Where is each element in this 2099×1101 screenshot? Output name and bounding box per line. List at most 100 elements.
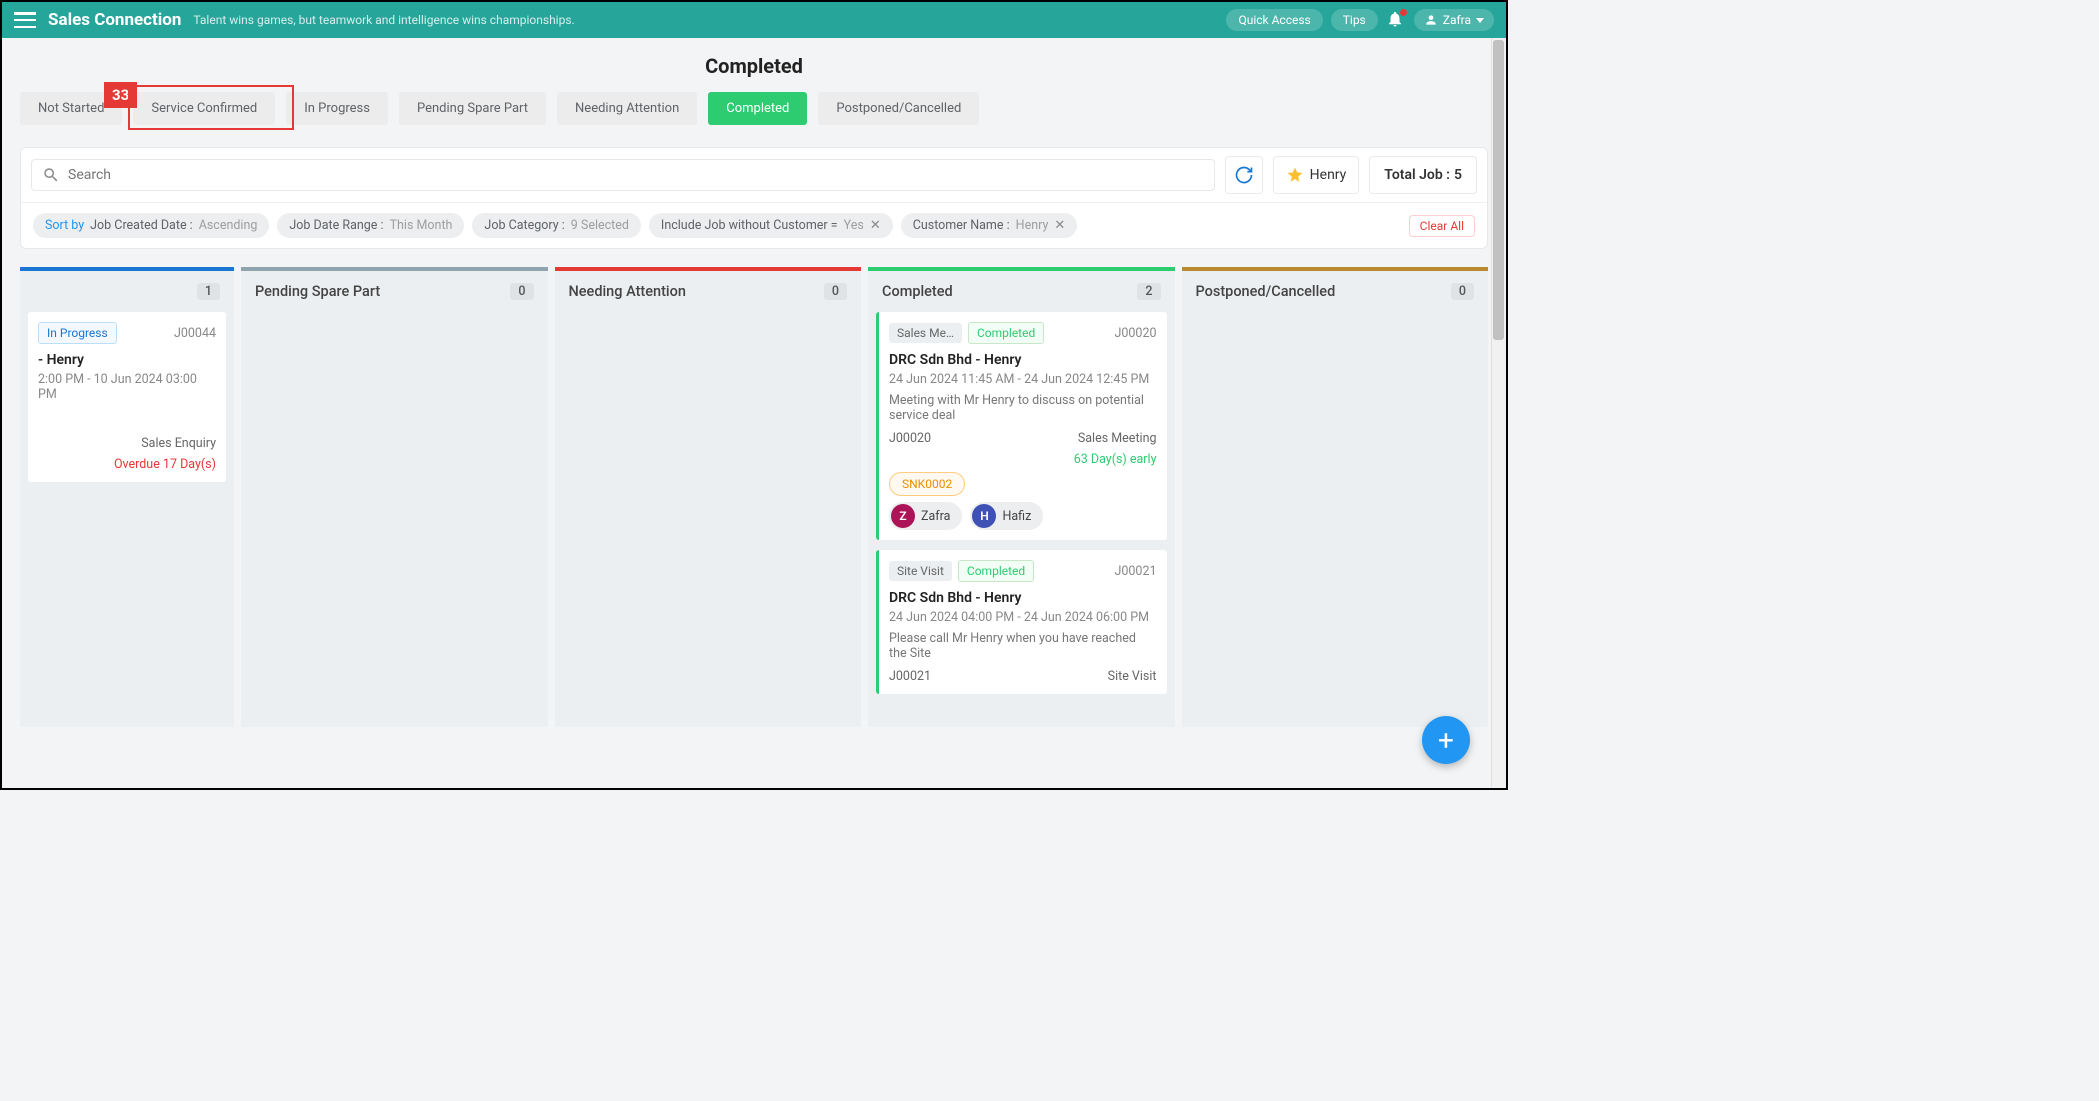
favorite-label: Henry xyxy=(1310,167,1347,183)
column-title: Pending Spare Part xyxy=(255,283,380,300)
chevron-down-icon xyxy=(1476,18,1484,23)
overdue-label: Overdue 17 Day(s) xyxy=(38,457,216,472)
job-category: Sales Enquiry xyxy=(141,436,216,451)
add-job-fab[interactable]: + xyxy=(1422,716,1470,764)
clear-all-button[interactable]: Clear All xyxy=(1409,215,1475,237)
job-description: Please call Mr Henry when you have reach… xyxy=(889,631,1157,661)
job-id: J00020 xyxy=(1114,326,1156,341)
tab-postponed-cancelled[interactable]: Postponed/Cancelled xyxy=(818,92,979,125)
job-time: 24 Jun 2024 04:00 PM - 24 Jun 2024 06:00… xyxy=(889,610,1157,625)
column-postponed-cancelled: Postponed/Cancelled 0 xyxy=(1182,267,1489,727)
user-icon xyxy=(1424,13,1438,27)
tab-completed[interactable]: Completed xyxy=(708,92,807,125)
job-time: 24 Jun 2024 11:45 AM - 24 Jun 2024 12:45… xyxy=(889,372,1157,387)
job-category: Site Visit xyxy=(1108,669,1157,684)
job-card[interactable]: Sales Me… Completed J00020 DRC Sdn Bhd -… xyxy=(876,312,1167,540)
reference-badge: SNK0002 xyxy=(889,472,965,496)
user-menu[interactable]: Zafra xyxy=(1414,9,1494,31)
column-count: 1 xyxy=(197,283,220,300)
column-count: 0 xyxy=(824,283,847,300)
job-card[interactable]: Site Visit Completed J00021 DRC Sdn Bhd … xyxy=(876,550,1167,694)
filter-panel: Henry Total Job : 5 Sort by Job Created … xyxy=(20,147,1488,249)
star-icon xyxy=(1286,166,1304,184)
chip-customer-value: Henry xyxy=(1016,218,1049,233)
chip-sort-field: Job Created Date : xyxy=(90,218,193,233)
total-jobs-badge: Total Job : 5 xyxy=(1369,156,1477,194)
job-description: Meeting with Mr Henry to discuss on pote… xyxy=(889,393,1157,423)
tab-in-progress[interactable]: In Progress xyxy=(286,92,388,125)
chip-include-field: Include Job without Customer = xyxy=(661,218,838,233)
column-count: 2 xyxy=(1137,283,1160,300)
early-label: 63 Day(s) early xyxy=(889,452,1157,467)
total-jobs-label: Total Job : xyxy=(1384,167,1450,183)
chip-include-value: Yes xyxy=(844,218,864,233)
column-title: Completed xyxy=(882,283,953,300)
tab-needing-attention[interactable]: Needing Attention xyxy=(557,92,697,125)
search-input[interactable] xyxy=(68,167,1204,183)
chip-sort[interactable]: Sort by Job Created Date : Ascending xyxy=(33,213,269,238)
chip-include-clear-icon[interactable]: ✕ xyxy=(870,218,881,233)
tips-button[interactable]: Tips xyxy=(1331,9,1378,31)
chip-customer[interactable]: Customer Name : Henry ✕ xyxy=(901,213,1078,238)
job-time: 2:00 PM - 10 Jun 2024 03:00 PM xyxy=(38,372,216,402)
page-title: Completed xyxy=(20,38,1488,92)
column-needing-attention: Needing Attention 0 xyxy=(555,267,862,727)
callout-badge: 33 xyxy=(104,82,137,108)
chip-sort-prefix: Sort by xyxy=(45,218,84,233)
tab-service-confirmed[interactable]: Service Confirmed xyxy=(133,92,275,125)
status-badge: In Progress xyxy=(38,322,117,344)
kanban-board: 1 In Progress J00044 - Henry 2:00 PM - 1… xyxy=(20,267,1488,727)
brand-title: Sales Connection xyxy=(48,10,181,30)
category-badge: Sales Me… xyxy=(889,323,962,343)
job-category: Sales Meeting xyxy=(1078,431,1157,446)
column-title: Postponed/Cancelled xyxy=(1196,283,1336,300)
hamburger-icon[interactable] xyxy=(14,12,36,28)
job-card[interactable]: In Progress J00044 - Henry 2:00 PM - 10 … xyxy=(28,312,226,482)
job-foot-id: J00020 xyxy=(889,431,931,446)
tab-pending-spare-part[interactable]: Pending Spare Part xyxy=(399,92,546,125)
chip-date-range[interactable]: Job Date Range : This Month xyxy=(277,213,464,238)
job-id: J00021 xyxy=(1114,564,1156,579)
job-foot-id: J00021 xyxy=(889,669,931,684)
avatar-icon: Z xyxy=(891,504,915,528)
favorite-filter-button[interactable]: Henry xyxy=(1273,156,1360,194)
notifications-icon[interactable] xyxy=(1386,10,1406,30)
column-count: 0 xyxy=(1451,283,1474,300)
top-bar: Sales Connection Talent wins games, but … xyxy=(2,2,1506,38)
column-in-progress: 1 In Progress J00044 - Henry 2:00 PM - 1… xyxy=(20,267,234,727)
assignee-name: Zafra xyxy=(921,509,950,524)
total-jobs-value: 5 xyxy=(1454,167,1462,183)
status-badge: Completed xyxy=(958,560,1034,582)
chip-customer-clear-icon[interactable]: ✕ xyxy=(1054,218,1065,233)
refresh-button[interactable] xyxy=(1225,156,1263,194)
notification-dot-icon xyxy=(1400,9,1407,16)
chip-range-field: Job Date Range : xyxy=(289,218,383,233)
assignee-name: Hafiz xyxy=(1002,509,1031,524)
avatar-icon: H xyxy=(972,504,996,528)
quick-access-button[interactable]: Quick Access xyxy=(1226,9,1322,31)
status-badge: Completed xyxy=(968,322,1044,344)
status-tabs: 33 Not Started Service Confirmed In Prog… xyxy=(20,92,1488,125)
search-box[interactable] xyxy=(31,159,1215,191)
chip-category[interactable]: Job Category : 9 Selected xyxy=(472,213,641,238)
plus-icon: + xyxy=(1438,724,1454,757)
assignee-pill[interactable]: H Hafiz xyxy=(970,502,1043,530)
job-title: DRC Sdn Bhd - Henry xyxy=(889,352,1157,368)
chip-include-no-customer[interactable]: Include Job without Customer = Yes ✕ xyxy=(649,213,893,238)
category-badge: Site Visit xyxy=(889,561,952,581)
column-completed: Completed 2 Sales Me… Completed J00020 DR… xyxy=(868,267,1175,727)
search-icon xyxy=(42,166,60,184)
chip-customer-field: Customer Name : xyxy=(913,218,1010,233)
user-name: Zafra xyxy=(1443,13,1471,27)
chip-range-value: This Month xyxy=(390,218,453,233)
assignee-pill[interactable]: Z Zafra xyxy=(889,502,962,530)
job-id: J00044 xyxy=(174,326,216,341)
job-title: - Henry xyxy=(38,352,216,368)
chip-category-value: 9 Selected xyxy=(571,218,629,233)
job-title: DRC Sdn Bhd - Henry xyxy=(889,590,1157,606)
refresh-icon xyxy=(1234,165,1254,185)
column-pending-spare-part: Pending Spare Part0 xyxy=(241,267,548,727)
chip-category-field: Job Category : xyxy=(484,218,564,233)
column-title: Needing Attention xyxy=(569,283,686,300)
tagline-text: Talent wins games, but teamwork and inte… xyxy=(193,13,574,27)
